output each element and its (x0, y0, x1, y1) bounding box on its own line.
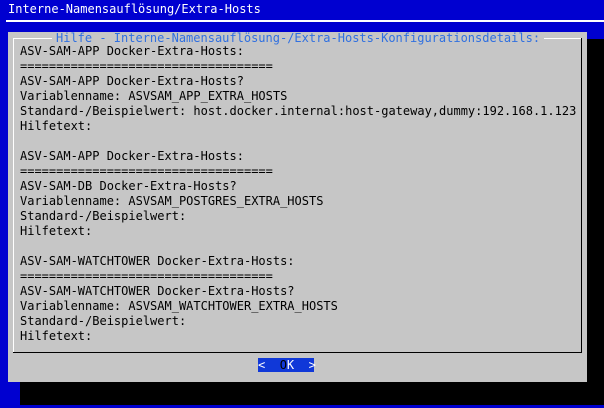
frame-right (581, 38, 582, 353)
help-line (20, 239, 576, 254)
backtitle-divider (6, 20, 604, 22)
help-dialog: Hilfe - Interne-Namensauflösung-/Extra-H… (8, 32, 587, 382)
help-line: Standard-/Beispielwert: (20, 209, 187, 223)
help-line: ASV-SAM-APP Docker-Extra-Hosts? (20, 74, 244, 88)
help-line: Hilfetext: (20, 119, 93, 133)
ok-button-spacer (294, 358, 308, 372)
help-text-area[interactable]: ASV-SAM-APP Docker-Extra-Hosts: ========… (20, 44, 576, 344)
help-line: Hilfetext: (20, 329, 93, 343)
help-line: Variablenname: ASVSAM_WATCHTOWER_EXTRA_H… (20, 299, 338, 313)
backtitle: Interne-Namensauflösung/Extra-Hosts (8, 2, 261, 16)
help-line: Standard-/Beispielwert: (20, 314, 187, 328)
help-line: Hilfetext: (20, 224, 93, 238)
frame-bottom (13, 352, 582, 353)
ok-button-spacer (265, 358, 279, 372)
help-line: =================================== (20, 164, 273, 178)
frame-left (13, 38, 14, 353)
ok-button-right-bracket: > (308, 358, 316, 372)
help-line: ASV-SAM-WATCHTOWER Docker-Extra-Hosts: (20, 254, 295, 268)
help-line: =================================== (20, 269, 273, 283)
help-line: ASV-SAM-DB Docker-Extra-Hosts? (20, 179, 237, 193)
ok-button-hotkey: O (279, 358, 287, 372)
button-row: < OK > (8, 358, 587, 372)
help-line: =================================== (20, 59, 273, 73)
dialog-title: Hilfe - Interne-Namensauflösung-/Extra-H… (52, 32, 545, 44)
help-line: ASV-SAM-APP Docker-Extra-Hosts: (20, 149, 244, 163)
help-line: ASV-SAM-APP Docker-Extra-Hosts: (20, 44, 244, 58)
help-line: Standard-/Beispielwert: host.docker.inte… (20, 104, 576, 118)
help-line (20, 134, 576, 149)
help-line: ASV-SAM-WATCHTOWER Docker-Extra-Hosts? (20, 284, 295, 298)
help-line: Variablenname: ASVSAM_POSTGRES_EXTRA_HOS… (20, 194, 324, 208)
help-line: Variablenname: ASVSAM_APP_EXTRA_HOSTS (20, 89, 288, 103)
ok-button[interactable]: < OK > (258, 358, 316, 372)
